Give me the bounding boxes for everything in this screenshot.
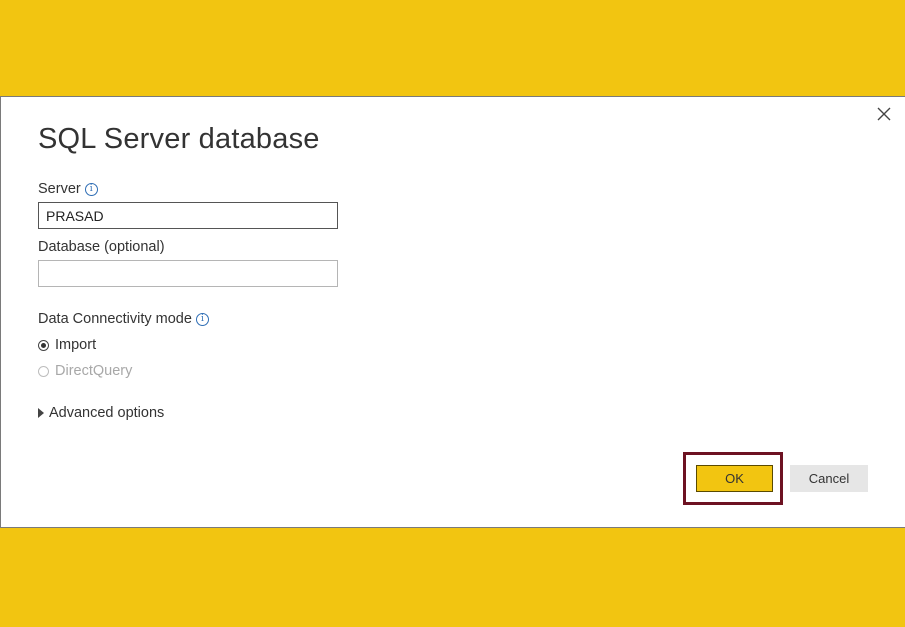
database-label: Database (optional) [38, 239, 165, 255]
close-icon[interactable] [875, 105, 893, 123]
database-label-row: Database (optional) [38, 239, 165, 255]
server-label: Server [38, 181, 81, 197]
connectivity-label-row: Data Connectivity mode i [38, 311, 209, 327]
database-input[interactable] [38, 260, 338, 287]
advanced-options-toggle[interactable]: Advanced options [38, 405, 164, 421]
cancel-button[interactable]: Cancel [790, 465, 868, 492]
advanced-options-label: Advanced options [49, 405, 165, 421]
dialog-title: SQL Server database [38, 123, 320, 155]
directquery-radio[interactable] [38, 365, 49, 377]
import-label: Import [55, 337, 97, 353]
import-radio[interactable] [38, 339, 49, 351]
directquery-option[interactable]: DirectQuery [38, 363, 132, 379]
info-icon[interactable]: i [84, 182, 98, 196]
connectivity-label: Data Connectivity mode [38, 311, 192, 327]
server-label-row: Server i [38, 181, 98, 197]
ok-button[interactable]: OK [696, 465, 773, 492]
chevron-right-icon [38, 408, 44, 418]
sql-server-dialog: SQL Server database Server i Database (o… [0, 96, 905, 528]
server-input[interactable] [38, 202, 338, 229]
import-option[interactable]: Import [38, 337, 96, 353]
directquery-label: DirectQuery [55, 363, 133, 379]
info-icon[interactable]: i [195, 312, 209, 326]
